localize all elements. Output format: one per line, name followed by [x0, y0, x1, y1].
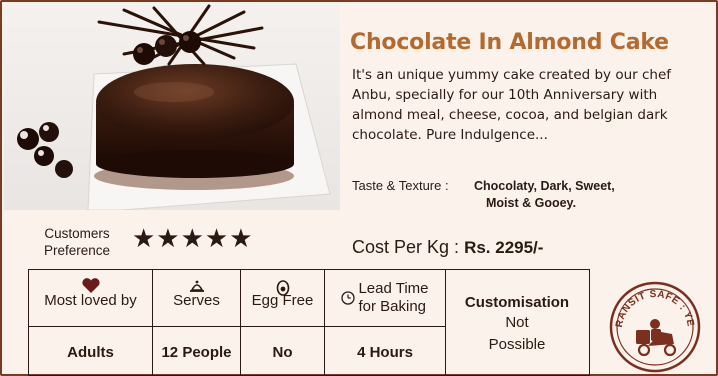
info-header: Serves — [153, 270, 240, 327]
heart-icon — [29, 270, 152, 293]
taste-texture-label: Taste & Texture : — [352, 178, 449, 193]
customers-preference-label: Customers Preference — [32, 225, 122, 259]
transit-safe-badge: TRANSIT SAFE : YES — [604, 272, 702, 374]
cost-value: Rs. 2295/- — [464, 238, 544, 257]
egg-icon — [241, 270, 324, 296]
rating-stars: ★★★★★ — [132, 224, 254, 254]
info-value: 4 Hours — [357, 343, 413, 361]
info-value: Adults — [67, 343, 114, 361]
cake-photo — [4, 4, 340, 210]
taste-texture-line1: Chocolaty, Dark, Sweet, — [474, 179, 615, 193]
product-card: Chocolate In Almond Cake It's an unique … — [0, 0, 718, 376]
lead-time-line2: for Baking — [358, 298, 427, 315]
cost-per-kg: Cost Per Kg : Rs. 2295/- — [352, 237, 543, 258]
info-label: Most loved by — [44, 292, 137, 309]
info-column-lead-time: Lead Time for Baking 4 Hours — [325, 270, 446, 376]
info-value: 12 People — [161, 343, 232, 361]
info-column-egg-free: Egg Free No — [241, 270, 325, 376]
lead-time-line1: Lead Time — [358, 280, 429, 297]
info-value: No — [272, 343, 293, 361]
info-column-customisation: Customisation Not Possible — [446, 270, 588, 374]
info-label: Lead Time for Baking — [358, 280, 428, 316]
customisation-line1: Not — [505, 314, 529, 331]
delivery-scooter-icon — [636, 319, 677, 357]
serves-icon — [153, 270, 240, 292]
info-header: Egg Free — [241, 270, 324, 327]
product-title: Chocolate In Almond Cake — [350, 30, 669, 55]
info-label: Serves — [173, 292, 220, 309]
product-description: It's an unique yummy cake created by our… — [352, 67, 672, 143]
info-table: Most loved by Adults Serves 12 People Eg… — [28, 269, 590, 376]
info-column-serves: Serves 12 People — [153, 270, 241, 376]
customisation-title: Customisation — [464, 294, 570, 311]
info-header: Lead Time for Baking — [325, 270, 445, 327]
pref-label-line2: Preference — [43, 243, 111, 258]
pref-label-line1: Customers — [44, 226, 110, 241]
taste-texture-line2: Moist & Gooey. — [486, 196, 577, 210]
clock-icon — [341, 291, 356, 305]
info-column-most-loved: Most loved by Adults — [29, 270, 153, 376]
customisation-line2: Possible — [488, 336, 546, 353]
taste-texture-value: Chocolaty, Dark, Sweet, Moist & Gooey. — [474, 178, 704, 212]
info-header: Most loved by — [29, 270, 152, 327]
cost-label: Cost Per Kg : — [352, 237, 460, 257]
info-label: Egg Free — [251, 292, 314, 309]
